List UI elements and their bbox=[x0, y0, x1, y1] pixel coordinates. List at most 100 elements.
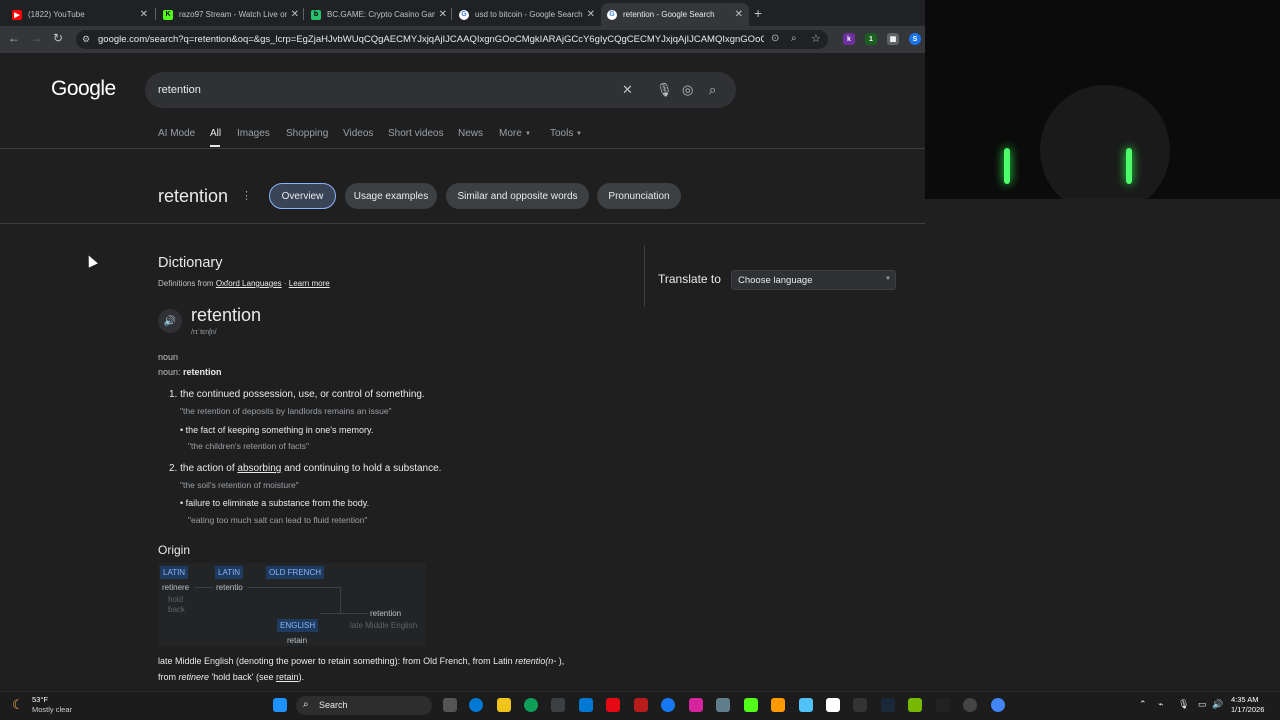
definition-1: 1. the continued possession, use, or con… bbox=[169, 389, 425, 400]
extension-k-icon[interactable]: k bbox=[843, 33, 855, 45]
search-icon: ⌕ bbox=[303, 699, 309, 710]
speaker-icon[interactable]: 🔊 bbox=[158, 309, 182, 333]
search-input[interactable]: retention bbox=[158, 84, 201, 96]
browser-tab-retention[interactable]: G retention - Google Search ✕ bbox=[601, 3, 749, 26]
chevron-up-icon[interactable]: ⌃ bbox=[1139, 699, 1147, 710]
tab-more[interactable]: More bbox=[499, 128, 522, 139]
location-icon[interactable]: ⊙ bbox=[771, 33, 779, 44]
network-icon[interactable]: ⌁ bbox=[1158, 699, 1163, 710]
facebook-icon[interactable] bbox=[661, 698, 675, 712]
tab-images[interactable]: Images bbox=[237, 128, 270, 139]
amazon-icon[interactable] bbox=[771, 698, 785, 712]
weather-icon[interactable]: ☾ bbox=[12, 697, 24, 713]
close-tab-icon[interactable]: ✕ bbox=[291, 9, 299, 20]
chrome-icon[interactable] bbox=[991, 698, 1005, 712]
lang-badge: LATIN bbox=[160, 566, 189, 579]
edge-icon[interactable] bbox=[524, 698, 538, 712]
oxford-languages-link[interactable]: Oxford Languages bbox=[216, 279, 282, 288]
bookmark-star-icon[interactable]: ☆ bbox=[811, 32, 821, 45]
taskbar-search[interactable] bbox=[296, 696, 432, 715]
tab-all[interactable]: All bbox=[210, 128, 221, 139]
clear-search-icon[interactable]: ✕ bbox=[622, 82, 633, 98]
app-icon[interactable] bbox=[799, 698, 813, 712]
profile-avatar[interactable]: S bbox=[909, 33, 921, 45]
language-select[interactable]: Choose language bbox=[731, 270, 896, 290]
google-icon: G bbox=[607, 9, 617, 20]
tab-short-videos[interactable]: Short videos bbox=[388, 128, 444, 139]
close-tab-icon[interactable]: ✕ bbox=[735, 9, 743, 20]
extension-badge-icon[interactable]: 1 bbox=[865, 33, 877, 45]
clock-time[interactable]: 4:35 AM bbox=[1231, 695, 1259, 704]
forward-icon[interactable]: → bbox=[28, 31, 44, 45]
chevron-down-icon: ▼ bbox=[576, 131, 582, 137]
back-icon[interactable]: ← bbox=[6, 31, 22, 45]
zoom-icon[interactable]: ⌕ bbox=[791, 33, 797, 44]
reload-icon[interactable]: ↻ bbox=[50, 31, 66, 45]
new-tab-button[interactable]: + bbox=[754, 5, 762, 21]
chip-usage-examples[interactable]: Usage examples bbox=[345, 183, 437, 209]
part-of-speech: noun bbox=[158, 352, 179, 362]
tab-title: (1822) YouTube bbox=[28, 10, 85, 19]
tab-tools[interactable]: Tools bbox=[550, 128, 573, 139]
search-icon[interactable]: ⌕ bbox=[709, 82, 716, 98]
kick-taskbar-icon[interactable] bbox=[744, 698, 758, 712]
tab-shopping[interactable]: Shopping bbox=[286, 128, 328, 139]
mouse-cursor bbox=[84, 253, 98, 268]
copilot-icon[interactable] bbox=[469, 698, 483, 712]
taskbar-search-label[interactable]: Search bbox=[319, 700, 348, 710]
extensions-puzzle-icon[interactable]: ▦ bbox=[887, 33, 899, 45]
store-icon[interactable] bbox=[551, 698, 565, 712]
absorbing-link[interactable]: absorbing bbox=[237, 463, 281, 474]
more-options-icon[interactable]: ⋮ bbox=[241, 189, 252, 202]
app-icon[interactable] bbox=[634, 698, 648, 712]
browser-tab-bcgame[interactable]: b BC.GAME: Crypto Casino Gam ✕ bbox=[305, 3, 453, 26]
tab-videos[interactable]: Videos bbox=[343, 128, 373, 139]
site-info-icon[interactable]: ⚙ bbox=[82, 34, 90, 45]
lang-badge: ENGLISH bbox=[277, 619, 319, 632]
sub-def-text: failure to eliminate a substance from th… bbox=[185, 498, 370, 508]
url-text[interactable]: google.com/search?q=retention&oq=&gs_lcr… bbox=[98, 34, 764, 45]
search-box[interactable] bbox=[145, 72, 736, 108]
browser-tab-kick[interactable]: K razo97 Stream - Watch Live on ✕ bbox=[157, 3, 305, 26]
chip-pronunciation[interactable]: Pronunciation bbox=[597, 183, 681, 209]
etym-word: retinere bbox=[162, 583, 190, 592]
app-icon[interactable] bbox=[853, 698, 867, 712]
epic-games-icon[interactable] bbox=[936, 698, 950, 712]
roblox-icon[interactable] bbox=[826, 698, 840, 712]
nvidia-icon[interactable] bbox=[908, 698, 922, 712]
mail-icon[interactable] bbox=[579, 698, 593, 712]
lens-camera-icon[interactable]: ◎ bbox=[682, 82, 693, 98]
browser-tab-usd-bitcoin[interactable]: G usd to bitcoin - Google Search ✕ bbox=[453, 3, 601, 26]
tab-news[interactable]: News bbox=[458, 128, 483, 139]
close-tab-icon[interactable]: ✕ bbox=[140, 9, 148, 20]
volume-icon[interactable]: 🔊 bbox=[1212, 699, 1223, 710]
display-icon[interactable]: ▭ bbox=[1198, 699, 1207, 710]
app-icon[interactable] bbox=[716, 698, 730, 712]
instagram-icon[interactable] bbox=[689, 698, 703, 712]
youtube-taskbar-icon[interactable] bbox=[606, 698, 620, 712]
microphone-icon[interactable]: 🎙 bbox=[1178, 699, 1189, 710]
start-icon[interactable] bbox=[273, 698, 287, 712]
task-view-icon[interactable] bbox=[443, 698, 457, 712]
browser-tab-youtube[interactable]: ▶ (1822) YouTube ✕ bbox=[6, 3, 154, 26]
close-tab-icon[interactable]: ✕ bbox=[439, 9, 447, 20]
def-example: "the retention of deposits by landlords … bbox=[180, 406, 392, 416]
clock-date[interactable]: 1/17/2026 bbox=[1231, 705, 1264, 714]
microphone-icon[interactable]: 🎙 bbox=[656, 82, 673, 98]
file-explorer-icon[interactable] bbox=[497, 698, 511, 712]
etym-connector bbox=[320, 613, 368, 614]
close-tab-icon[interactable]: ✕ bbox=[587, 9, 595, 20]
learn-more-link[interactable]: Learn more bbox=[289, 279, 330, 288]
settings-icon[interactable] bbox=[963, 698, 977, 712]
google-logo[interactable]: Google bbox=[51, 77, 116, 101]
tab-ai-mode[interactable]: AI Mode bbox=[158, 128, 195, 139]
bullet: • bbox=[180, 498, 184, 508]
weather-temp[interactable]: 53°F bbox=[32, 695, 48, 704]
steam-icon[interactable] bbox=[881, 698, 895, 712]
retain-link[interactable]: retain bbox=[276, 672, 299, 682]
etym-gloss: hold bbox=[168, 595, 184, 604]
chip-overview[interactable]: Overview bbox=[269, 183, 336, 209]
weather-desc[interactable]: Mostly clear bbox=[32, 705, 72, 714]
etym-connector bbox=[248, 587, 340, 588]
chip-similar-opposite[interactable]: Similar and opposite words bbox=[446, 183, 589, 209]
